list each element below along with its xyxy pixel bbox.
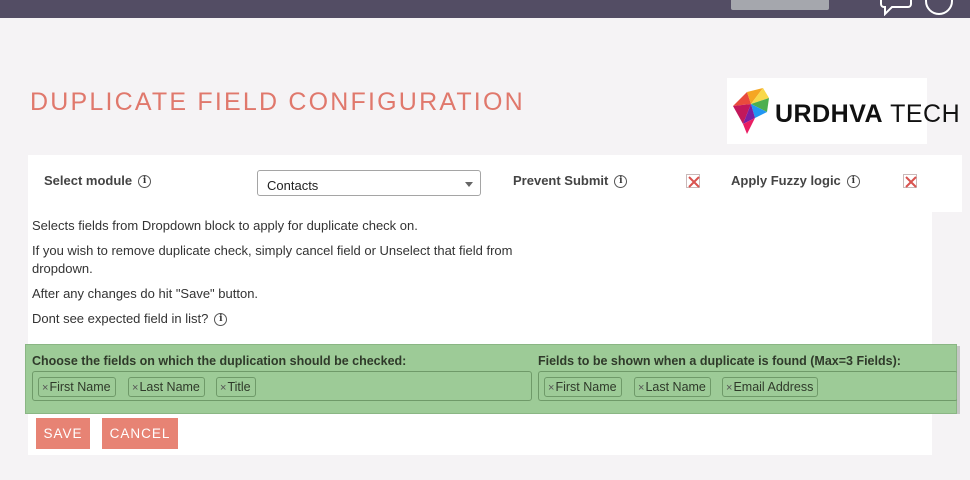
fuzzy-logic-label: Apply Fuzzy logic i xyxy=(731,173,860,189)
close-icon[interactable]: × xyxy=(42,382,48,394)
page-title: DUPLICATE FIELD CONFIGURATION xyxy=(30,88,525,116)
selected-field-tag[interactable]: ×Title xyxy=(216,377,256,397)
prevent-submit-checkbox[interactable] xyxy=(686,174,700,188)
module-select-value: Contacts xyxy=(267,178,319,193)
selected-field-tag[interactable]: ×Last Name xyxy=(634,377,711,397)
info-icon[interactable]: i xyxy=(614,175,628,189)
help-text-line: After any changes do hit "Save" button. xyxy=(32,286,259,301)
close-icon[interactable]: × xyxy=(220,382,226,394)
selected-field-tag[interactable]: ×Email Address xyxy=(722,377,819,397)
help-text-line: Dont see expected field in list? i xyxy=(32,309,228,328)
logo-text: URDHVA TECH xyxy=(775,100,961,128)
cancel-button[interactable]: CANCEL xyxy=(102,418,178,449)
check-fields-multiselect[interactable]: ×First Name ×Last Name ×Title xyxy=(32,371,532,401)
select-module-label: Select module i xyxy=(44,173,152,189)
save-button[interactable]: SAVE xyxy=(36,418,90,449)
module-select[interactable]: Contacts xyxy=(257,170,481,196)
selected-field-tag[interactable]: ×First Name xyxy=(38,377,116,397)
top-navigation-bar xyxy=(0,0,970,18)
help-circle-icon[interactable] xyxy=(924,0,954,16)
close-icon[interactable]: × xyxy=(132,382,138,394)
x-mark-icon xyxy=(688,176,700,188)
field-selection-area: Choose the fields on which the duplicati… xyxy=(25,344,958,414)
help-text-line: If you wish to remove duplicate check, s… xyxy=(32,243,513,258)
fuzzy-logic-checkbox[interactable] xyxy=(903,174,917,188)
show-fields-multiselect[interactable]: ×First Name ×Last Name ×Email Address xyxy=(538,371,958,401)
panel-edge xyxy=(932,212,962,455)
x-mark-icon xyxy=(905,176,917,188)
help-text-line: dropdown. xyxy=(32,261,93,276)
info-icon[interactable]: i xyxy=(214,313,228,327)
topbar-button[interactable] xyxy=(731,0,829,10)
selection-area-shadow xyxy=(957,346,960,414)
info-icon[interactable]: i xyxy=(138,175,152,189)
chat-bubble-icon[interactable] xyxy=(880,0,912,16)
company-logo: URDHVA TECH xyxy=(727,78,960,144)
close-icon[interactable]: × xyxy=(726,382,732,394)
close-icon[interactable]: × xyxy=(548,382,554,394)
help-text-line: Selects fields from Dropdown block to ap… xyxy=(32,218,418,233)
close-icon[interactable]: × xyxy=(638,382,644,394)
selected-field-tag[interactable]: ×First Name xyxy=(544,377,622,397)
chevron-down-icon xyxy=(465,182,473,187)
selected-field-tag[interactable]: ×Last Name xyxy=(128,377,205,397)
show-fields-label: Fields to be shown when a duplicate is f… xyxy=(538,354,901,368)
check-fields-label: Choose the fields on which the duplicati… xyxy=(32,354,407,368)
prevent-submit-label: Prevent Submit i xyxy=(513,173,628,189)
logo-mark-icon xyxy=(733,88,769,134)
info-icon[interactable]: i xyxy=(846,175,860,189)
